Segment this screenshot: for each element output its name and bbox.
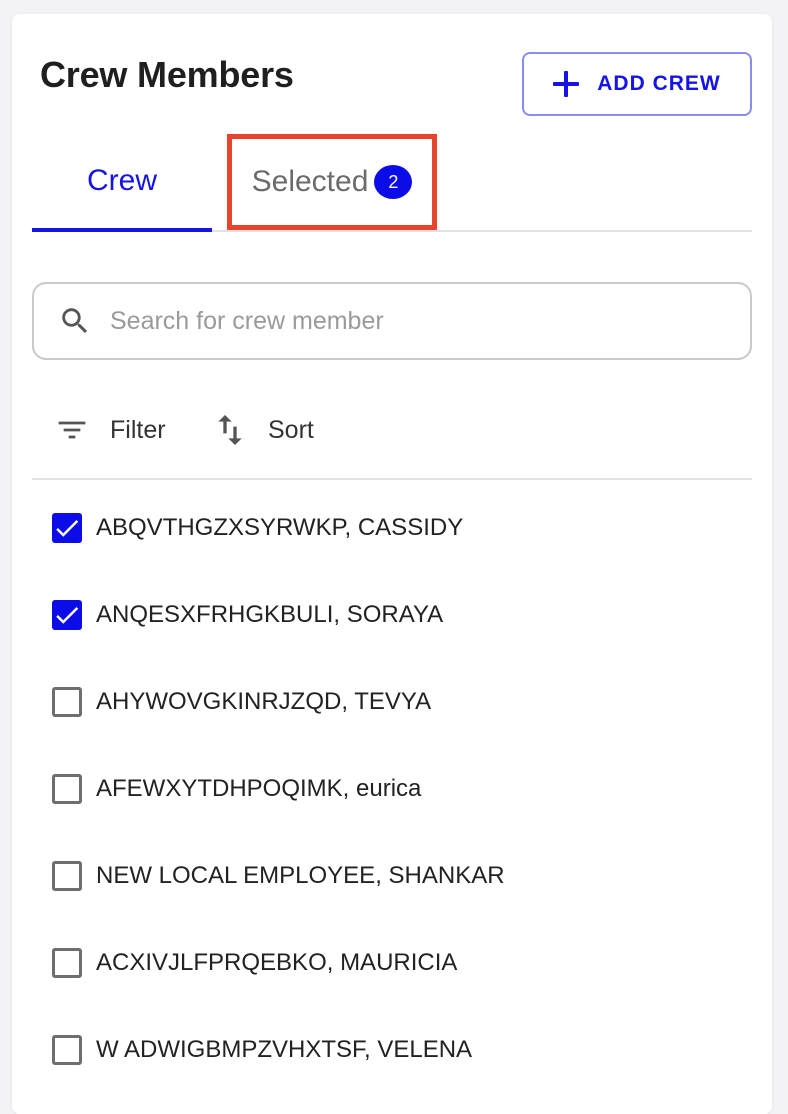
checkbox-unchecked[interactable]	[52, 861, 82, 891]
sort-button[interactable]: Sort	[210, 404, 314, 456]
filter-icon	[58, 421, 86, 439]
crew-name: ABQVTHGZXSYRWKP, CASSIDY	[96, 514, 464, 541]
crew-name: ACXIVJLFPRQEBKO, MAURICIA	[96, 949, 458, 976]
list-item[interactable]: ANQESXFRHGKBULI, SORAYA	[52, 585, 443, 645]
crew-name: AFEWXYTDHPOQIMK, eurica	[96, 775, 422, 802]
checkbox-unchecked[interactable]	[52, 1035, 82, 1065]
tab-bar: Crew Selected 2	[32, 134, 752, 232]
checkbox-checked[interactable]	[52, 513, 82, 543]
tab-crew-label: Crew	[86, 164, 157, 197]
selected-count-badge: 2	[374, 165, 413, 199]
list-item[interactable]: ABQVTHGZXSYRWKP, CASSIDY	[52, 498, 463, 558]
plus-icon	[553, 71, 580, 97]
search-input[interactable]	[110, 306, 710, 336]
list-item[interactable]: NEW LOCAL EMPLOYEE, SHANKAR	[52, 846, 505, 906]
filter-label: Filter	[110, 415, 166, 444]
checkbox-unchecked[interactable]	[52, 774, 82, 804]
check-icon	[56, 607, 79, 624]
list-item[interactable]: AHYWOVGKINRJZQD, TEVYA	[52, 672, 431, 732]
checkbox-unchecked[interactable]	[52, 948, 82, 978]
list-item[interactable]: ACXIVJLFPRQEBKO, MAURICIA	[52, 933, 457, 993]
add-crew-label: ADD CREW	[597, 72, 721, 95]
checkbox-checked[interactable]	[52, 600, 82, 630]
search-box[interactable]	[32, 282, 752, 360]
filter-button[interactable]: Filter	[52, 404, 166, 456]
tab-selected[interactable]: Selected 2	[227, 134, 437, 230]
sort-label: Sort	[268, 415, 314, 444]
list-item[interactable]: W ADWIGBMPZVHXTSF, VELENA	[52, 1020, 472, 1080]
sort-icon	[218, 415, 242, 445]
crew-members-panel: Crew Members ADD CREW Crew Selected 2 Fi…	[12, 14, 772, 1114]
crew-name: AHYWOVGKINRJZQD, TEVYA	[96, 688, 432, 715]
list-item[interactable]: AFEWXYTDHPOQIMK, eurica	[52, 759, 421, 819]
page-title: Crew Members	[40, 54, 294, 95]
tab-crew[interactable]: Crew	[32, 134, 212, 232]
search-icon	[62, 308, 88, 334]
crew-name: ANQESXFRHGKBULI, SORAYA	[96, 601, 444, 628]
crew-name: W ADWIGBMPZVHXTSF, VELENA	[96, 1036, 473, 1063]
add-crew-button[interactable]: ADD CREW	[522, 52, 752, 116]
tab-selected-label: Selected	[251, 165, 369, 198]
crew-name: NEW LOCAL EMPLOYEE, SHANKAR	[96, 862, 505, 889]
list-toolbar: Filter Sort	[32, 404, 752, 480]
checkbox-unchecked[interactable]	[52, 687, 82, 717]
check-icon	[56, 520, 79, 537]
